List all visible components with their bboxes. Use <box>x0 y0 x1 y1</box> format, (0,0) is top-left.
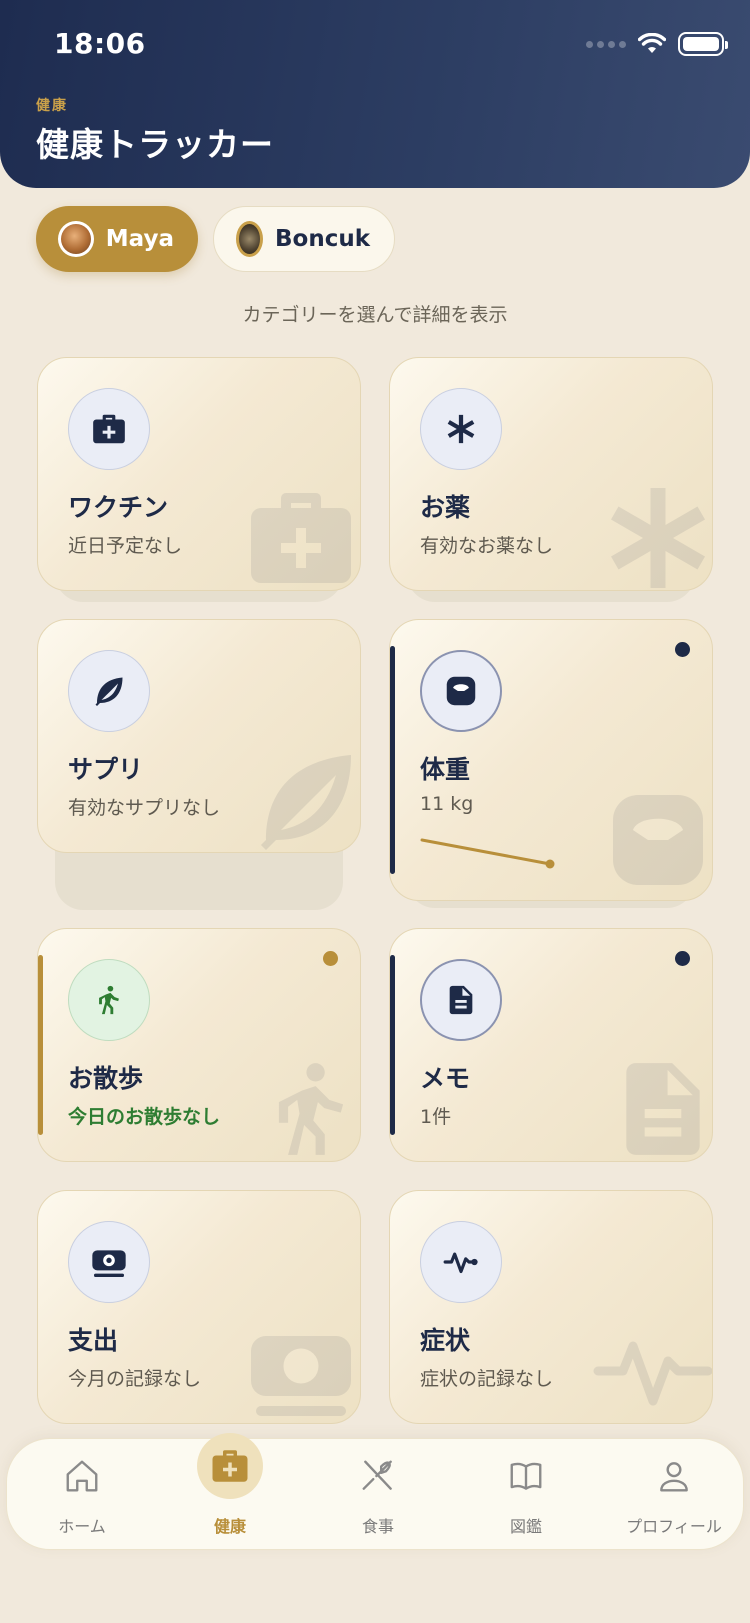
status-dot <box>675 951 690 966</box>
pulse-icon <box>420 1221 502 1303</box>
card-accent-bar <box>390 955 395 1135</box>
nav-item-profile[interactable]: プロフィール <box>604 1439 744 1551</box>
weight-trend-sparkline <box>420 838 555 869</box>
card-accent-bar <box>38 955 43 1135</box>
leaf-icon <box>68 650 150 732</box>
nav-label: 健康 <box>213 1517 246 1536</box>
document-watermark-icon <box>626 1063 700 1155</box>
category-card-weight[interactable]: 体重 11 kg <box>389 619 713 901</box>
utensils-icon <box>362 1460 392 1490</box>
card-accent-bar <box>390 646 395 874</box>
scale-watermark-icon <box>613 795 703 885</box>
card-title: 症状 <box>420 1326 471 1355</box>
nav-item-meals[interactable]: 食事 <box>308 1439 448 1551</box>
card-title: お散歩 <box>68 1064 144 1093</box>
scale-icon <box>420 650 502 732</box>
book-icon <box>510 1462 542 1490</box>
card-title: お薬 <box>420 493 471 522</box>
card-subtitle: 近日予定なし <box>68 535 183 557</box>
category-card-medicine[interactable]: お薬 有効なお薬なし <box>389 357 713 591</box>
status-time: 18:06 <box>54 27 146 60</box>
card-title: ワクチン <box>68 493 169 522</box>
money-icon <box>68 1221 150 1303</box>
category-card-expense[interactable]: 支出 今月の記録なし <box>37 1190 361 1424</box>
medkit-watermark-icon <box>251 493 351 583</box>
nav-label: 図鑑 <box>509 1517 542 1536</box>
category-card-vaccine[interactable]: ワクチン 近日予定なし <box>37 357 361 591</box>
status-icons <box>586 32 728 56</box>
category-card-walk[interactable]: お散歩 今日のお散歩なし <box>37 928 361 1162</box>
walking-icon <box>68 959 150 1041</box>
asterisk-icon <box>420 388 502 470</box>
leaf-watermark-icon <box>261 755 351 850</box>
home-icon <box>66 1460 98 1492</box>
card-subtitle: 11 kg <box>420 793 474 815</box>
category-hint: カテゴリーを選んで詳細を表示 <box>242 304 508 326</box>
nav-item-encyclopedia[interactable]: 図鑑 <box>456 1439 596 1551</box>
category-card-memo[interactable]: メモ 1件 <box>389 928 713 1162</box>
card-title: 体重 <box>420 755 471 784</box>
nav-label: プロフィール <box>626 1517 722 1536</box>
asterisk-watermark-icon <box>611 488 705 588</box>
header: 18:06 健康 健康トラッカー <box>0 0 750 188</box>
card-subtitle: 今日のお散歩なし <box>68 1106 221 1128</box>
nav-label: 食事 <box>361 1517 394 1536</box>
card-title: 支出 <box>68 1326 119 1355</box>
medkit-icon <box>212 1450 248 1482</box>
category-card-supplement[interactable]: サプリ 有効なサプリなし <box>37 619 361 853</box>
avatar <box>236 221 263 257</box>
category-card-symptom[interactable]: 症状 症状の記録なし <box>389 1190 713 1424</box>
status-dot <box>323 951 338 966</box>
pet-chip-boncuk[interactable]: Boncuk <box>213 206 395 272</box>
card-title: メモ <box>420 1064 471 1093</box>
card-subtitle: 有効なサプリなし <box>68 797 221 819</box>
page-title: 健康トラッカー <box>36 125 274 164</box>
avatar <box>58 221 94 257</box>
money-watermark-icon <box>251 1336 351 1416</box>
pulse-watermark-icon <box>593 1341 712 1406</box>
nav-label: ホーム <box>58 1517 106 1536</box>
card-subtitle: 今月の記録なし <box>68 1368 202 1390</box>
card-subtitle: 症状の記録なし <box>420 1368 554 1390</box>
card-subtitle: 1件 <box>420 1106 452 1128</box>
pet-name: Maya <box>105 226 174 252</box>
header-eyebrow: 健康 <box>36 98 68 114</box>
bottom-nav: ホーム 健康 食事 図鑑 プロフィール <box>6 1433 744 1551</box>
status-dot <box>675 642 690 657</box>
pet-chip-maya[interactable]: Maya <box>36 206 198 272</box>
battery-icon <box>678 32 728 56</box>
walking-watermark-icon <box>278 1063 344 1155</box>
nav-item-health[interactable]: 健康 <box>160 1433 300 1551</box>
card-title: サプリ <box>68 755 144 784</box>
pet-name: Boncuk <box>274 226 370 252</box>
wifi-icon <box>638 33 666 53</box>
user-icon <box>660 1462 688 1492</box>
document-icon <box>420 959 502 1041</box>
cellular-signal-icon <box>586 40 626 48</box>
medkit-icon <box>68 388 150 470</box>
card-subtitle: 有効なお薬なし <box>420 535 554 557</box>
nav-item-home[interactable]: ホーム <box>12 1439 152 1551</box>
